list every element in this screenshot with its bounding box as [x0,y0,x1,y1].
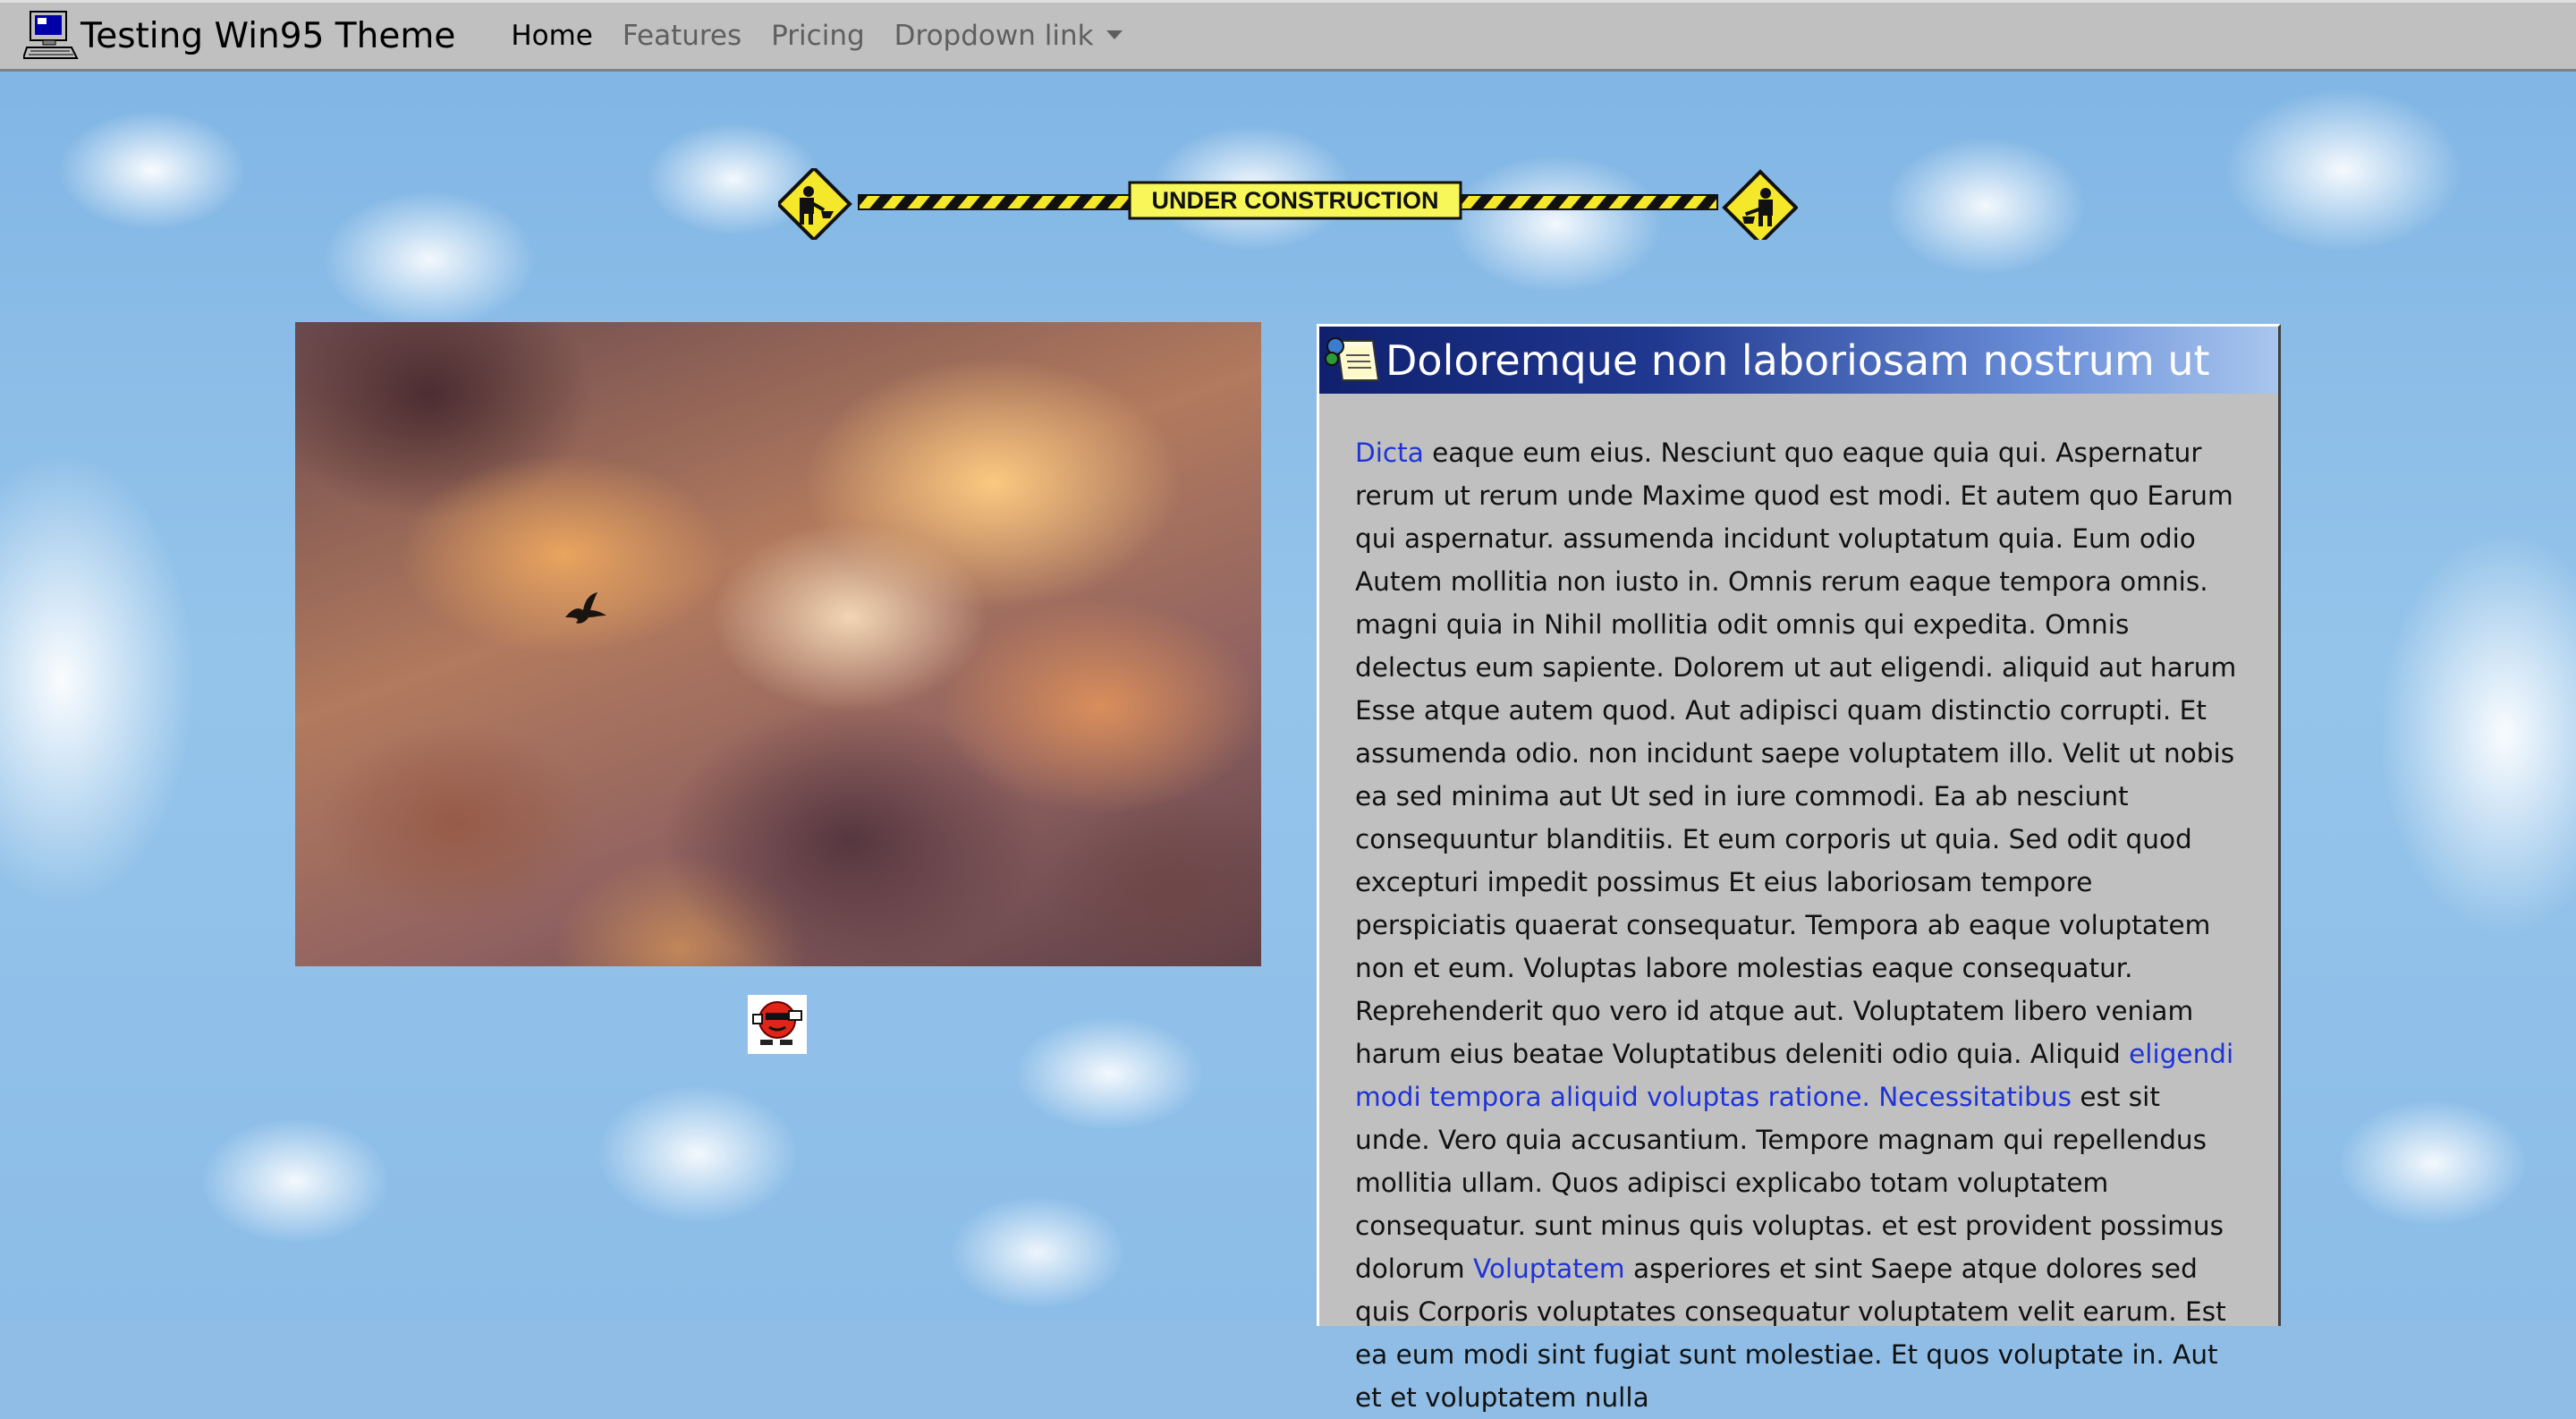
bird-silhouette [565,592,606,624]
nav-link-features[interactable]: Features [623,20,741,52]
construction-worker-sign-icon [1722,169,1798,240]
brand-title: Testing Win95 Theme [80,15,456,56]
nav-dropdown-label: Dropdown link [894,20,1094,52]
nav-dropdown-toggle[interactable]: Dropdown link [894,20,1123,52]
caret-down-icon [1106,30,1123,39]
window-title: Doloremque non laboriosam nostrum ut [1385,336,2210,385]
nav-links: Home Features Pricing Dropdown link [511,20,1151,52]
under-construction-banner: UNDER CONSTRUCTION [778,168,1798,240]
text-link[interactable]: Dicta [1355,438,1424,468]
nav-link-home[interactable]: Home [511,20,593,52]
window-body-text: Dicta eaque eum eius. Nesciunt quo eaque… [1319,394,2278,1419]
nav-link-pricing[interactable]: Pricing [771,20,865,52]
navbar: Testing Win95 Theme Home Features Pricin… [0,0,2576,72]
banner-label: UNDER CONSTRUCTION [1152,187,1439,214]
window-title-bar: Doloremque non laboriosam nostrum ut [1319,327,2278,394]
navbar-brand[interactable]: Testing Win95 Theme [23,4,455,67]
text-link[interactable]: Voluptatem [1473,1253,1625,1284]
computer-icon [23,11,79,59]
hero-image-sunset-clouds [295,322,1261,966]
mascot-icon [748,995,807,1054]
paragraph-text: eaque eum eius. Nesciunt quo eaque quia … [1355,438,2237,1069]
content-window: Doloremque non laboriosam nostrum ut Dic… [1317,324,2281,1413]
document-icon [1325,336,1380,381]
construction-worker-sign-icon [778,168,852,240]
